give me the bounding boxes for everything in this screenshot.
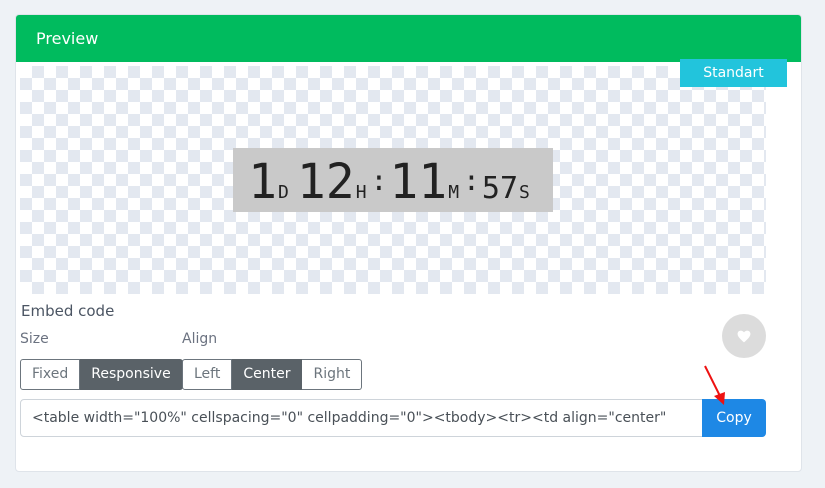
days-value: 1 [248,154,278,210]
align-center-button[interactable]: Center [232,359,303,390]
seconds-value: 57 [481,171,519,206]
days-unit: D [278,182,289,203]
separator: : [463,164,480,197]
hours-unit: H [355,182,367,203]
red-arrow-annotation [704,365,725,405]
separator: : [370,164,388,197]
align-right-button[interactable]: Right [302,359,363,390]
size-toggle: Fixed Responsive [20,359,183,390]
align-toggle: Left Center Right [182,359,363,390]
heart-icon [737,330,751,342]
size-label: Size [20,331,49,347]
embed-code-label: Embed code [21,302,115,320]
minutes-value: 11 [389,154,448,210]
align-left-button[interactable]: Left [182,359,233,390]
size-responsive-button[interactable]: Responsive [80,359,183,390]
style-badge[interactable]: Standart [680,59,787,87]
minutes-unit: M [448,182,460,203]
hours-value: 12 [296,154,355,210]
like-button[interactable] [722,314,766,358]
seconds-unit: S [519,182,530,203]
align-label: Align [182,331,218,347]
countdown-timer: 1D 12 H: 11 M: 57 S [233,148,553,212]
embed-code-field[interactable]: <table width="100%" cellspacing="0" cell… [20,399,703,437]
size-fixed-button[interactable]: Fixed [20,359,81,390]
card-header: Preview [16,15,801,62]
